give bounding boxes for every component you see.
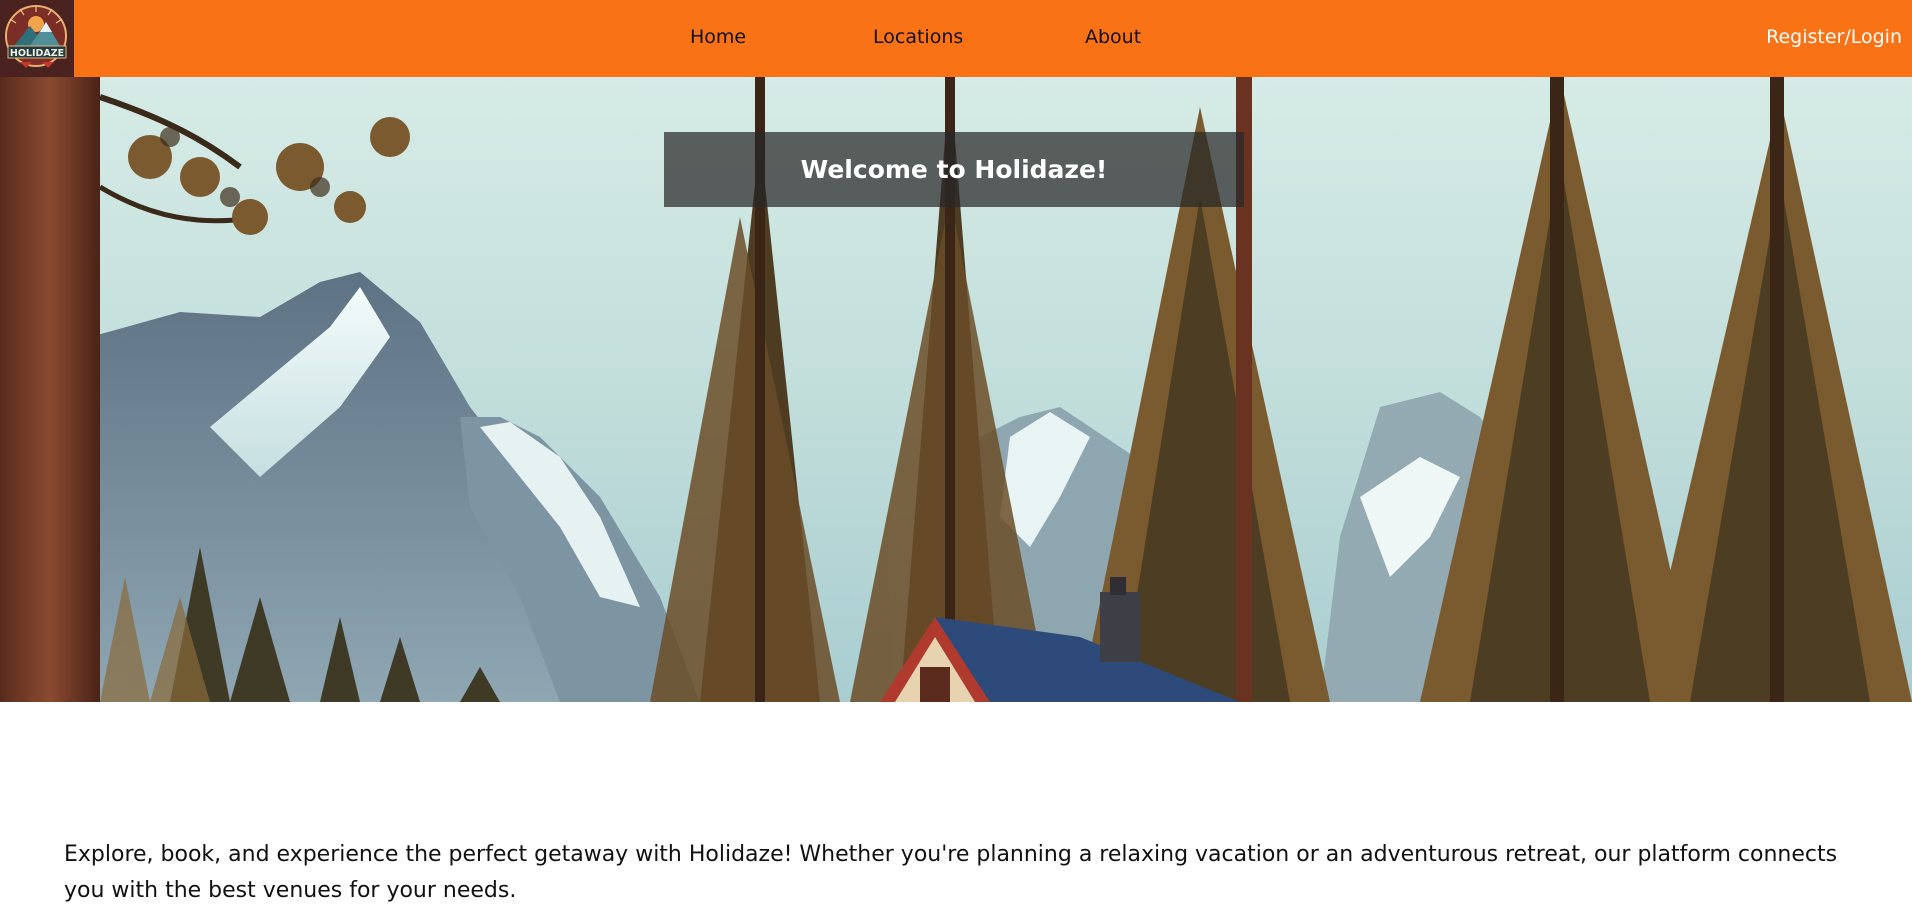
nav-link-about[interactable]: About: [1085, 26, 1141, 48]
nav-link-home[interactable]: Home: [690, 26, 746, 48]
welcome-banner: Welcome to Holidaze!: [664, 132, 1244, 207]
register-login-link[interactable]: Register/Login: [1766, 26, 1902, 48]
navbar: HOLIDAZE Home Locations About Register/L…: [0, 0, 1912, 77]
hero-banner: Welcome to Holidaze!: [0, 77, 1912, 702]
nav-link-locations[interactable]: Locations: [873, 26, 963, 48]
main-nav: Home Locations About: [0, 0, 1912, 77]
welcome-heading: Welcome to Holidaze!: [800, 155, 1108, 184]
intro-paragraph: Explore, book, and experience the perfec…: [64, 842, 1838, 903]
